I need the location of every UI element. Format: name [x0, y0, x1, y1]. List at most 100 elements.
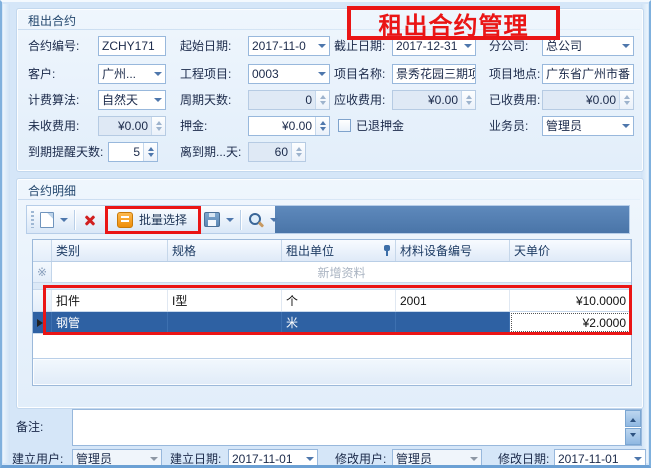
project-site-label: 项目地点:: [489, 64, 540, 84]
receivable-value: ¥0.00: [393, 91, 461, 109]
receivable-stepper[interactable]: ¥0.00: [392, 90, 476, 110]
project-name-input[interactable]: 景秀花园三期项: [392, 64, 476, 84]
column-header-unit[interactable]: 租出单位: [282, 240, 396, 261]
receivable-label: 应收费用:: [334, 90, 385, 110]
project-no-select[interactable]: 0003: [248, 64, 330, 84]
spinner-buttons[interactable]: [315, 117, 329, 135]
scroll-up-button[interactable]: [625, 410, 641, 427]
new-record-button[interactable]: [37, 208, 57, 231]
cycle-days-value: 0: [249, 91, 315, 109]
project-site-input[interactable]: 广东省广州市番: [542, 64, 634, 84]
column-header-spec[interactable]: 规格: [168, 240, 282, 261]
deposit-returned-checkbox[interactable]: [338, 119, 351, 132]
search-button[interactable]: [245, 208, 267, 231]
cell-unit[interactable]: 米: [282, 312, 396, 333]
created-date-value: 2017-11-01: [229, 450, 302, 468]
deposit-value: ¥0.00: [249, 117, 315, 135]
rental-contract-window: 租出合约 合约编号: ZCHY171 起始日期: 2017-11-0 截止日期:…: [0, 0, 651, 468]
unreceived-label: 未收费用:: [28, 116, 79, 136]
cell-price-editing[interactable]: ¥2.0000: [510, 312, 631, 333]
batch-select-icon: [117, 212, 133, 228]
new-row-cell[interactable]: 新增资料: [52, 262, 631, 282]
unreceived-stepper[interactable]: ¥0.00: [98, 116, 166, 136]
toolbar-grip-handle[interactable]: [31, 211, 34, 228]
days-left-label: 离到期...天:: [180, 142, 241, 162]
chevron-down-icon[interactable]: [302, 450, 317, 468]
spinner-buttons[interactable]: [619, 91, 633, 109]
remind-days-stepper[interactable]: 5: [108, 142, 158, 162]
new-record-dropdown[interactable]: [57, 208, 70, 231]
start-date-select[interactable]: 2017-11-0: [248, 36, 330, 56]
chevron-down-icon[interactable]: [618, 37, 633, 55]
cycle-days-stepper[interactable]: 0: [248, 90, 330, 110]
group-title-divider: [18, 199, 640, 200]
cell-code[interactable]: 2001: [396, 290, 510, 311]
cell-category[interactable]: 钢管: [52, 312, 168, 333]
save-button[interactable]: [201, 208, 223, 231]
received-stepper[interactable]: ¥0.00: [542, 90, 634, 110]
days-left-stepper[interactable]: 60: [248, 142, 306, 162]
delete-record-button[interactable]: [79, 208, 101, 231]
spinner-buttons[interactable]: [461, 91, 475, 109]
chevron-down-icon[interactable]: [630, 450, 645, 468]
spinner-buttons[interactable]: [151, 117, 165, 135]
deposit-stepper[interactable]: ¥0.00: [248, 116, 330, 136]
salesman-select[interactable]: 管理员: [542, 116, 634, 136]
header-indicator-cell: [33, 240, 52, 261]
received-value: ¥0.00: [543, 91, 619, 109]
chevron-down-icon[interactable]: [314, 37, 329, 55]
modified-date-label: 修改日期:: [498, 449, 549, 468]
filter-pin-icon[interactable]: [383, 245, 391, 256]
spinner-buttons[interactable]: [315, 91, 329, 109]
spinner-buttons[interactable]: [143, 143, 157, 161]
cell-category[interactable]: 扣件: [52, 290, 168, 311]
received-label: 已收费用:: [489, 90, 540, 110]
modified-date-select[interactable]: 2017-11-01: [554, 449, 646, 468]
scroll-down-button[interactable]: [625, 428, 641, 445]
search-dropdown[interactable]: [267, 208, 280, 231]
chevron-down-icon[interactable]: [466, 450, 481, 468]
cell-code[interactable]: [396, 312, 510, 333]
chevron-down-icon[interactable]: [150, 65, 165, 83]
remarks-textarea[interactable]: [72, 409, 642, 446]
annotation-title-box: 租出合约管理: [347, 6, 560, 40]
remind-days-value: 5: [109, 143, 143, 161]
cell-spec[interactable]: I型: [168, 290, 282, 311]
table-row-selected[interactable]: 钢管 米 ¥2.0000: [33, 312, 631, 334]
cell-spec[interactable]: [168, 312, 282, 333]
column-header-label: 天单价: [514, 242, 550, 259]
annotation-title-text: 租出合约管理: [379, 6, 529, 41]
toolbar-fill: [275, 206, 629, 233]
row-indicator-cell[interactable]: [33, 290, 52, 311]
chevron-down-icon[interactable]: [146, 450, 161, 468]
created-user-value: 管理员: [73, 450, 146, 468]
spinner-buttons[interactable]: [291, 143, 305, 161]
chevron-down-icon[interactable]: [314, 65, 329, 83]
row-indicator-cell[interactable]: [33, 312, 52, 333]
column-header-category[interactable]: 类别: [52, 240, 168, 261]
billing-method-select[interactable]: 自然天: [98, 90, 166, 110]
save-dropdown[interactable]: [223, 208, 236, 231]
billing-method-label: 计费算法:: [28, 90, 79, 110]
contract-no-input[interactable]: ZCHY171: [98, 36, 166, 56]
batch-select-button[interactable]: 批量选择: [109, 208, 195, 231]
chevron-down-icon[interactable]: [150, 91, 165, 109]
grid-empty-area: [33, 334, 631, 358]
detail-toolbar: 批量选择: [26, 205, 630, 234]
created-date-select[interactable]: 2017-11-01: [228, 449, 318, 468]
table-row[interactable]: 扣件 I型 个 2001 ¥10.0000: [33, 290, 631, 312]
current-row-arrow-icon: [37, 319, 47, 327]
project-name-label: 项目名称:: [334, 64, 385, 84]
customer-select[interactable]: 广州...: [98, 64, 166, 84]
grid-new-row[interactable]: ※ 新增资料: [33, 262, 631, 283]
modified-user-select[interactable]: 管理员: [392, 449, 482, 468]
cell-price[interactable]: ¥10.0000: [510, 290, 631, 311]
column-header-price[interactable]: 天单价: [510, 240, 631, 261]
created-user-select[interactable]: 管理员: [72, 449, 162, 468]
created-user-label: 建立用户:: [12, 449, 63, 468]
search-icon: [248, 212, 264, 228]
start-date-value: 2017-11-0: [249, 37, 314, 55]
chevron-down-icon[interactable]: [618, 117, 633, 135]
column-header-code[interactable]: 材料设备编号: [396, 240, 510, 261]
cell-unit[interactable]: 个: [282, 290, 396, 311]
